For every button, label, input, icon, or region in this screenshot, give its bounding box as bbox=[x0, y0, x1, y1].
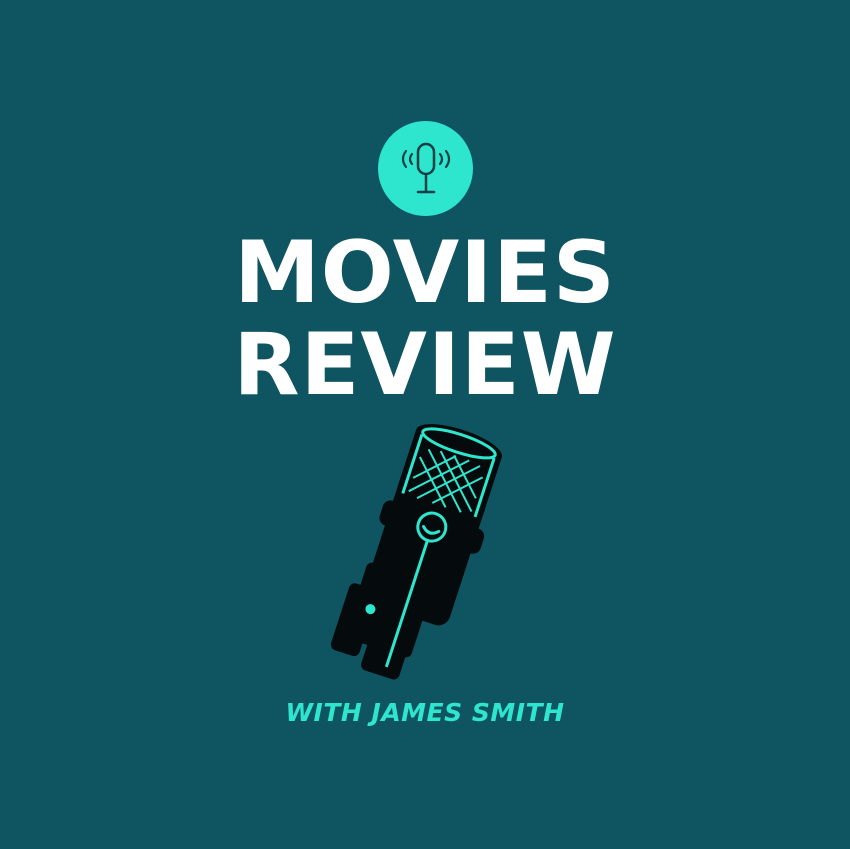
podcast-cover: MOVIES REVIEW WITH JAMES SMITH bbox=[0, 0, 850, 849]
host-subtitle: WITH JAMES SMITH bbox=[285, 698, 565, 727]
studio-microphone-illustration bbox=[330, 424, 503, 680]
title-line-1: MOVIES bbox=[234, 223, 616, 323]
podcast-microphone-icon bbox=[401, 142, 450, 193]
podcast-badge bbox=[378, 121, 473, 216]
title-line-2: REVIEW bbox=[233, 315, 617, 415]
